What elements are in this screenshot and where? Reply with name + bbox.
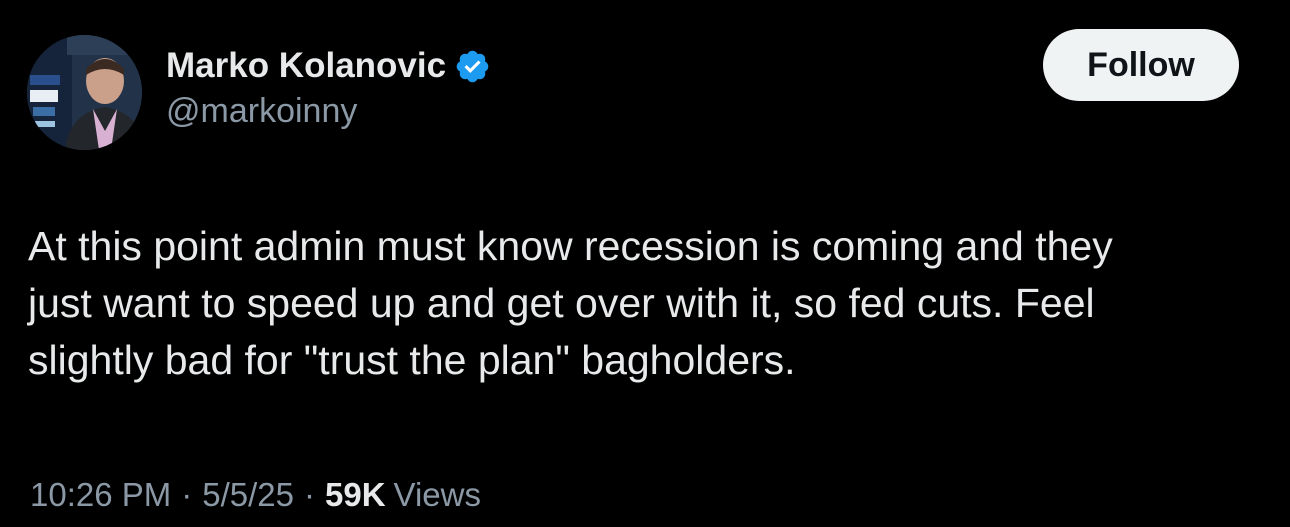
handle[interactable]: @markoinny (166, 92, 491, 131)
tweet-text: At this point admin must know recession … (28, 223, 1113, 383)
follow-button[interactable]: Follow (1043, 29, 1239, 101)
views-label: Views (393, 476, 481, 513)
author-block: Marko Kolanovic @markoinny (166, 44, 491, 131)
tweet-date[interactable]: 5/5/25 (202, 476, 294, 514)
profile-photo-icon (27, 35, 142, 150)
verified-badge-icon (454, 48, 491, 85)
avatar[interactable] (27, 35, 142, 150)
display-name[interactable]: Marko Kolanovic (166, 46, 446, 86)
tweet-card: Marko Kolanovic @markoinny Follow At thi… (0, 0, 1290, 527)
name-row: Marko Kolanovic (166, 44, 491, 88)
views-count: 59K (325, 476, 386, 513)
meta-separator: · (181, 476, 193, 513)
tweet-meta: 10:26 PM · 5/5/25 · 59K Views (30, 476, 481, 514)
tweet-time[interactable]: 10:26 PM (30, 476, 171, 514)
meta-separator: · (304, 476, 315, 513)
